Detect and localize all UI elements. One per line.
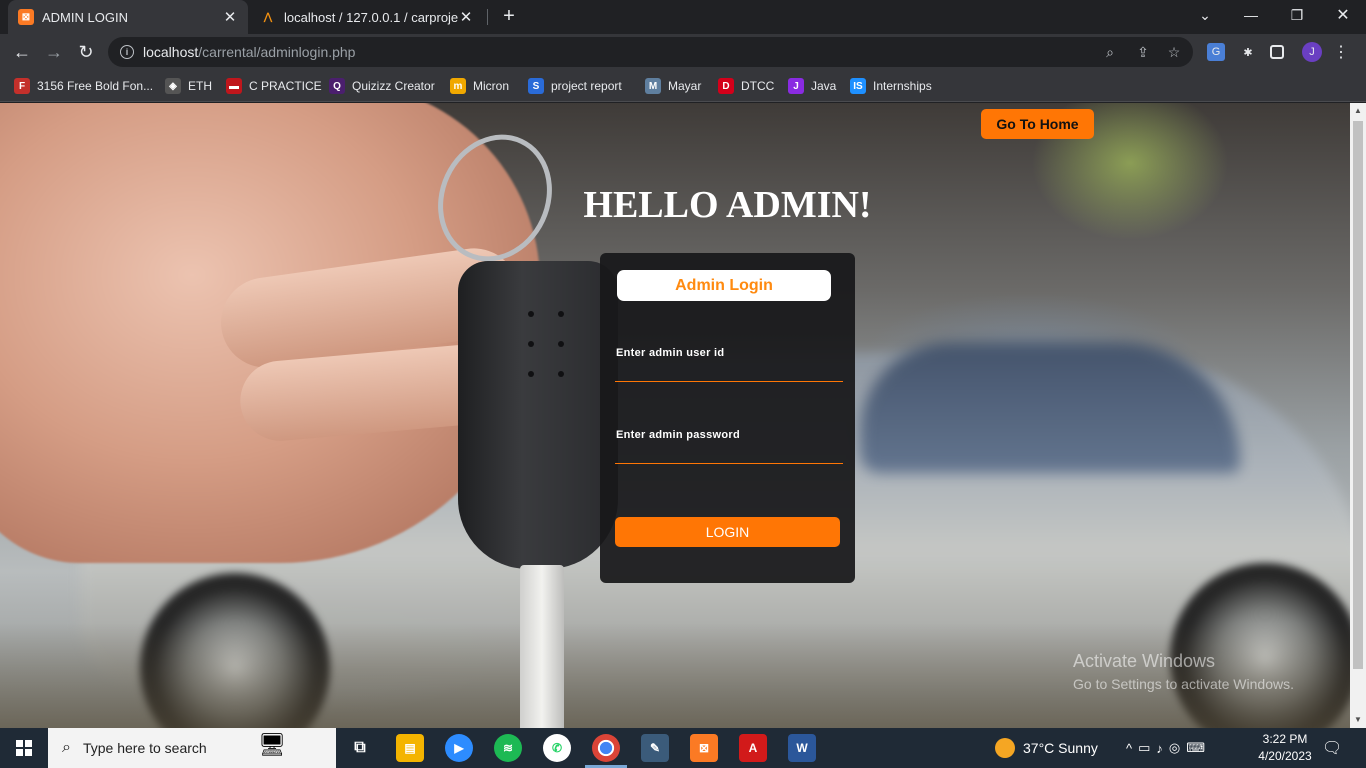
close-tab-icon[interactable]: ✕ [222,8,238,26]
site-info-icon[interactable]: i [120,45,134,59]
bookmark-item[interactable]: M Mayar [645,76,701,96]
scroll-thumb[interactable] [1353,121,1363,669]
system-tray-icons[interactable]: ^ ▭ ♪ ◎ ⌨ [1126,728,1211,768]
search-placeholder: Type here to search [82,740,207,756]
bookmark-star-icon[interactable]: ☆ [1166,44,1182,60]
address-bar[interactable]: i localhost/carrental/adminlogin.php ⌕ ⇪… [108,37,1193,67]
share-icon[interactable]: ⇪ [1135,44,1151,60]
login-button[interactable]: LOGIN [615,517,840,547]
task-view-icon[interactable]: ⧉ [346,734,374,762]
bookmark-item[interactable]: ▬ C PRACTICE [226,76,322,96]
phpmyadmin-icon: ⋀ [263,11,273,23]
spotify-icon[interactable]: ≋ [494,734,522,762]
tab-separator [487,9,488,25]
search-highlight-icon: 🖥 [258,732,286,757]
eth-icon: ◈ [165,78,181,94]
dtcc-icon: D [718,78,734,94]
bookmark-item[interactable]: D DTCC [718,76,774,96]
xampp-taskbar-icon[interactable]: ⊠ [690,734,718,762]
file-explorer-icon[interactable]: ▤ [396,734,424,762]
bookmark-item[interactable]: Sproject report [528,76,622,96]
volume-icon[interactable]: ♪ [1156,741,1169,756]
tab-admin-login[interactable]: ⊠ ADMIN LOGIN ✕ [8,0,248,34]
taskbar-search[interactable]: ⌕ Type here to search 🖥 [48,728,336,768]
battery-icon[interactable]: ▭ [1138,740,1156,756]
whatsapp-icon[interactable]: ✆ [543,734,571,762]
extensions-puzzle-icon[interactable]: ✱ [1239,43,1257,61]
background-key-fob [458,261,618,569]
bookmark-item[interactable]: ◈ ETH [165,76,212,96]
internships-icon: IS [850,78,866,94]
zoom-icon[interactable]: ▶ [445,734,473,762]
notification-icon[interactable]: 🗨 [1322,738,1342,758]
search-icon: ⌕ [62,739,71,756]
java-icon: J [788,78,804,94]
bookmark-item[interactable]: Q Quizizz Creator [329,76,435,96]
forward-button[interactable]: → [42,40,66,64]
micron-icon: m [450,78,466,94]
windows-taskbar: ⌕ Type here to search 🖥 ⧉ ▤ ▶ ≋ ✆ ✎ ⊠ A … [0,728,1366,768]
page-viewport: Go To Home HELLO ADMIN! Admin Login Ente… [0,103,1350,728]
card-title: Admin Login [617,270,831,301]
scroll-up-arrow[interactable]: ▲ [1350,103,1366,119]
mayar-icon: M [645,78,661,94]
bookmark-item[interactable]: J Java [788,76,836,96]
activate-windows-subtitle: Go to Settings to activate Windows. [1073,676,1294,692]
clock-date: 4/20/2023 [1258,749,1312,763]
sun-icon [995,738,1015,758]
back-button[interactable]: ← [10,40,34,64]
browser-tab-strip: ⊠ ADMIN LOGIN ✕ ⋀ localhost / 127.0.0.1 … [0,0,1366,34]
tab-phpmyadmin[interactable]: ⋀ localhost / 127.0.0.1 / carproject ✕ [250,0,484,34]
acrobat-icon[interactable]: A [739,734,767,762]
bookmark-item[interactable]: F 3156 Free Bold Fon... [14,76,153,96]
reload-button[interactable]: ↻ [74,40,98,64]
background-key-blade [520,565,564,728]
bookmark-item[interactable]: m Micron [450,76,509,96]
activate-windows-title: Activate Windows [1073,651,1216,671]
chrome-icon[interactable] [592,734,620,762]
font-icon: F [14,78,30,94]
bookmark-item[interactable]: IS Internships [850,76,932,96]
keyboard-icon[interactable]: ⌨ [1186,740,1211,756]
tab-search-icon[interactable]: ⌄ [1182,0,1228,30]
url-text: localhost/carrental/adminlogin.php [143,44,356,60]
taskbar-clock[interactable]: 3:22 PM 4/20/2023 [1250,731,1320,765]
page-scrollbar[interactable]: ▲ ▼ [1350,103,1366,728]
tab-title: localhost / 127.0.0.1 / carproject [284,9,458,25]
page-heading: HELLO ADMIN! [583,184,872,226]
project-report-icon: S [528,78,544,94]
side-panel-icon[interactable] [1270,45,1284,59]
close-window-button[interactable]: ✕ [1320,0,1366,30]
quizizz-icon: Q [329,78,345,94]
go-to-home-button[interactable]: Go To Home [981,109,1094,139]
clock-time: 3:22 PM [1262,732,1308,746]
word-icon[interactable]: W [788,734,816,762]
background-car-window [860,343,1240,473]
new-tab-button[interactable]: + [498,6,520,28]
minimize-button[interactable]: — [1228,0,1274,30]
c-practice-icon: ▬ [226,78,242,94]
tab-title: ADMIN LOGIN [42,9,128,25]
zoom-icon[interactable]: ⌕ [1102,44,1118,60]
admin-login-card: Admin Login Enter admin user id Enter ad… [600,253,855,583]
scroll-down-arrow[interactable]: ▼ [1350,712,1366,728]
bookmarks-bar: F 3156 Free Bold Fon... ◈ ETH ▬ C PRACTICE … [0,70,1366,102]
browser-toolbar: ← → ↻ i localhost/carrental/adminlogin.p… [0,34,1366,70]
windows-logo-icon [16,740,32,756]
google-translate-icon[interactable]: G [1207,43,1225,61]
weather-widget[interactable]: 37°C Sunny [995,728,1098,768]
userid-input[interactable] [615,358,843,382]
menu-kebab-icon[interactable]: ⋮ [1332,43,1350,61]
restore-button[interactable]: ❐ [1274,0,1320,30]
editor-app-icon[interactable]: ✎ [641,734,669,762]
xampp-icon: ⊠ [18,9,34,25]
start-button[interactable] [0,728,48,768]
password-input[interactable] [615,440,843,464]
weather-text: 37°C Sunny [1023,740,1098,756]
network-icon[interactable]: ◎ [1169,740,1186,756]
close-tab-icon[interactable]: ✕ [458,8,474,26]
profile-avatar[interactable]: J [1302,42,1322,62]
chevron-up-icon[interactable]: ^ [1126,741,1138,756]
